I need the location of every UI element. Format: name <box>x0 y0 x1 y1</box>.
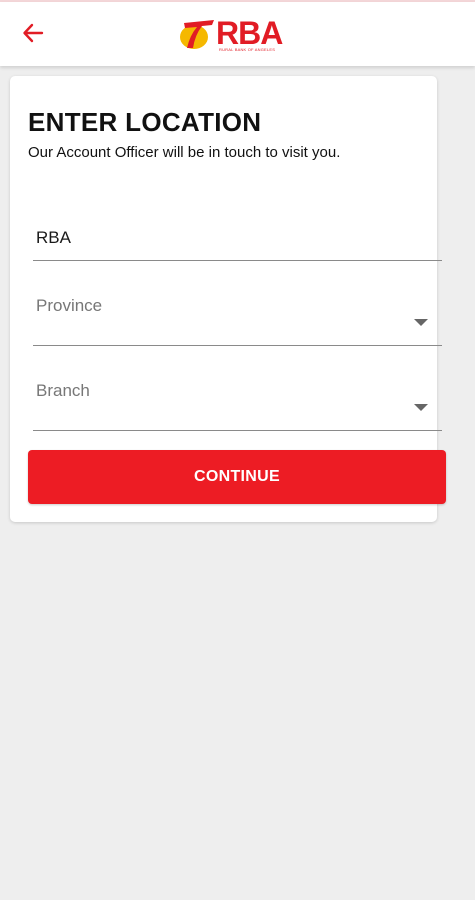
logo-subtext: RURAL BANK OF ANGELES <box>219 47 276 52</box>
location-card: ENTER LOCATION Our Account Officer will … <box>10 76 446 522</box>
back-button[interactable] <box>18 18 48 48</box>
continue-button[interactable]: CONTINUE <box>28 450 446 504</box>
branch-placeholder: Branch <box>36 381 90 400</box>
name-field[interactable]: RBA <box>33 224 442 261</box>
brand-logo: RBA RURAL BANK OF ANGELES <box>178 14 298 54</box>
name-field-value: RBA <box>36 228 71 247</box>
caret-down-icon <box>414 319 428 326</box>
caret-down-icon <box>414 404 428 411</box>
page-title: ENTER LOCATION <box>28 107 262 137</box>
page-subtitle: Our Account Officer will be in touch to … <box>28 144 341 161</box>
logo-mark-icon <box>180 20 214 49</box>
province-dropdown[interactable]: Province <box>33 292 442 346</box>
app-bar: RBA RURAL BANK OF ANGELES <box>0 2 475 66</box>
province-placeholder: Province <box>36 296 103 315</box>
arrow-left-icon <box>23 23 44 43</box>
branch-dropdown[interactable]: Branch <box>33 377 442 431</box>
